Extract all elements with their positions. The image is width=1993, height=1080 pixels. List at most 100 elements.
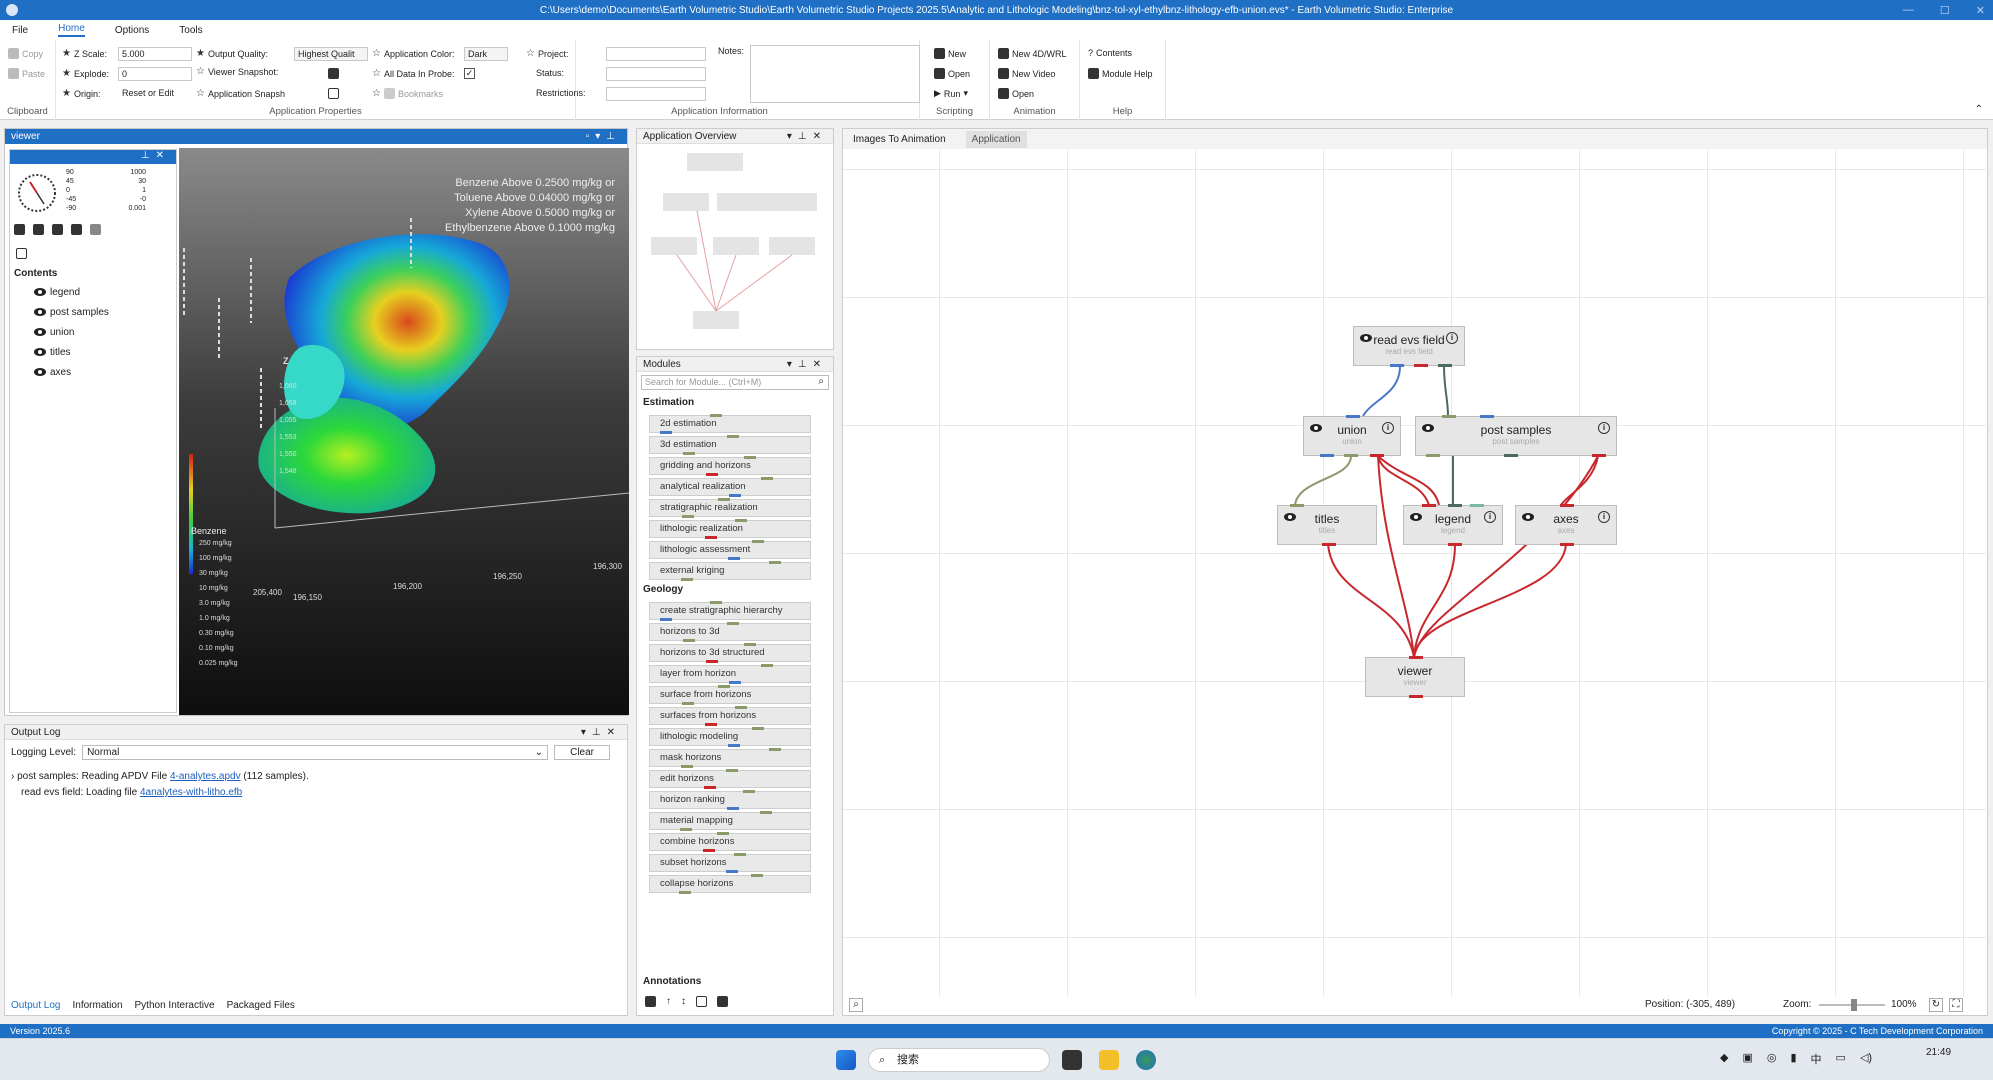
module-item[interactable]: analytical realization: [649, 477, 811, 497]
search-icon[interactable]: ⌕: [849, 998, 863, 1012]
module-item[interactable]: subset horizons: [649, 853, 811, 873]
module-item[interactable]: mask horizons: [649, 748, 811, 768]
arrow-updown-icon[interactable]: ↕: [681, 996, 686, 1007]
bookmark-icon[interactable]: [33, 224, 44, 235]
script-run-button[interactable]: ▶ Run ▾: [934, 88, 968, 99]
frame-icon[interactable]: [696, 996, 707, 1007]
input-port[interactable]: [1480, 415, 1494, 418]
input-port[interactable]: [1442, 415, 1456, 418]
image-icon[interactable]: [717, 996, 728, 1007]
eye-icon[interactable]: [1284, 513, 1296, 521]
project-input[interactable]: [606, 47, 706, 61]
restrictions-input[interactable]: [606, 87, 706, 101]
grid-icon[interactable]: [90, 224, 101, 235]
tree-item-post-samples[interactable]: post samples: [14, 302, 172, 322]
module-item[interactable]: combine horizons: [649, 832, 811, 852]
zoom-box-icon[interactable]: [71, 224, 82, 235]
info-icon[interactable]: i: [1598, 422, 1610, 434]
tree-item-titles[interactable]: titles: [14, 342, 172, 362]
log-file-link[interactable]: 4analytes-with-litho.efb: [140, 787, 242, 798]
origin-reset-button[interactable]: Reset or Edit: [122, 88, 174, 98]
panel-controls[interactable]: ▾⊥✕: [787, 129, 827, 144]
minimize-icon[interactable]: —: [1903, 4, 1914, 16]
script-open-button[interactable]: Open: [934, 68, 970, 79]
ribbon-collapse-icon[interactable]: ⌃: [1975, 104, 1983, 115]
refresh-icon[interactable]: ↻: [1929, 998, 1943, 1012]
arrow-up-icon[interactable]: ↑: [666, 996, 671, 1007]
module-help-button[interactable]: Module Help: [1088, 68, 1153, 79]
panel-controls[interactable]: ▾⊥✕: [581, 725, 621, 740]
close-icon[interactable]: ✕: [1976, 4, 1985, 17]
probe-checkbox[interactable]: ✓: [464, 68, 475, 79]
network-icon[interactable]: ▭: [1836, 1051, 1846, 1067]
pencil-icon[interactable]: [16, 248, 27, 259]
compass-icon[interactable]: [14, 170, 60, 216]
tree-item-union[interactable]: union: [14, 322, 172, 342]
paste-button[interactable]: Paste: [8, 68, 45, 79]
notes-textarea[interactable]: [750, 45, 920, 103]
tray-icon[interactable]: ▣: [1742, 1051, 1752, 1067]
log-file-link[interactable]: 4-analytes.apdv: [170, 771, 241, 782]
eye-icon[interactable]: [34, 328, 46, 336]
output-port[interactable]: [1592, 454, 1606, 457]
module-item[interactable]: surface from horizons: [649, 685, 811, 705]
monitor-icon[interactable]: [328, 88, 339, 99]
eye-icon[interactable]: [1310, 424, 1322, 432]
new-video-button[interactable]: New Video: [998, 68, 1055, 79]
eye-icon[interactable]: [34, 308, 46, 316]
evs-app-icon[interactable]: [1136, 1050, 1156, 1070]
input-port[interactable]: [1290, 504, 1304, 507]
copy-button[interactable]: Copy: [8, 48, 43, 59]
menu-file[interactable]: File: [12, 25, 28, 36]
menu-options[interactable]: Options: [115, 25, 149, 36]
tab-output-log[interactable]: Output Log: [11, 1000, 60, 1011]
overview-minimap[interactable]: [637, 147, 833, 347]
eye-icon[interactable]: [1410, 513, 1422, 521]
sidebar-controls[interactable]: ⊥✕: [141, 150, 170, 161]
file-explorer-icon[interactable]: [1099, 1050, 1119, 1070]
logging-level-select[interactable]: Normal ⌄: [82, 745, 549, 760]
panel-controls[interactable]: ▫▾⊥: [586, 129, 621, 144]
maximize-icon[interactable]: ☐: [1940, 4, 1950, 17]
tab-python-interactive[interactable]: Python Interactive: [135, 1000, 215, 1011]
save-image-icon[interactable]: [14, 224, 25, 235]
module-item[interactable]: horizons to 3d: [649, 622, 811, 642]
output-port[interactable]: [1320, 454, 1334, 457]
status-input[interactable]: [606, 67, 706, 81]
input-port[interactable]: [1470, 504, 1484, 507]
node-post-samples[interactable]: post samples post samples i: [1415, 415, 1617, 457]
output-port[interactable]: [1560, 543, 1574, 546]
node-legend[interactable]: legend legend i: [1403, 504, 1503, 546]
contents-button[interactable]: ? Contents: [1088, 48, 1132, 58]
module-item[interactable]: lithologic modeling: [649, 727, 811, 747]
module-item[interactable]: 2d estimation: [649, 414, 811, 434]
tray-icon[interactable]: ▮: [1790, 1051, 1796, 1067]
tray-icon[interactable]: ◎: [1767, 1051, 1777, 1067]
volume-icon[interactable]: ◁): [1860, 1051, 1872, 1067]
module-item[interactable]: material mapping: [649, 811, 811, 831]
explode-input[interactable]: 0: [118, 67, 192, 81]
module-item[interactable]: 3d estimation: [649, 435, 811, 455]
eye-icon[interactable]: [34, 368, 46, 376]
clear-button[interactable]: Clear: [554, 745, 611, 760]
output-port[interactable]: [1390, 364, 1404, 367]
node-titles[interactable]: titles titles: [1277, 504, 1377, 546]
panel-controls[interactable]: ▾⊥✕: [787, 357, 827, 372]
menu-home[interactable]: Home: [58, 23, 85, 37]
output-port[interactable]: [1414, 364, 1428, 367]
search-icon[interactable]: ⌕: [818, 376, 824, 387]
script-new-button[interactable]: New: [934, 48, 966, 59]
tray-icon[interactable]: ◆: [1720, 1051, 1728, 1067]
clock[interactable]: 21:49: [1926, 1047, 1951, 1058]
input-port[interactable]: [1560, 504, 1574, 507]
taskbar-search[interactable]: ⌕ 搜索: [868, 1048, 1050, 1072]
output-port[interactable]: [1426, 454, 1440, 457]
tray-icon[interactable]: 中: [1811, 1051, 1822, 1067]
zscale-input[interactable]: 5.000: [118, 47, 192, 61]
module-category-header[interactable]: Geology: [637, 580, 833, 599]
appcolor-select[interactable]: Dark: [464, 47, 508, 61]
note-icon[interactable]: [645, 996, 656, 1007]
info-icon[interactable]: i: [1598, 511, 1610, 523]
quality-select[interactable]: Highest Qualit: [294, 47, 368, 61]
new-4d-button[interactable]: New 4D/WRL: [998, 48, 1067, 59]
